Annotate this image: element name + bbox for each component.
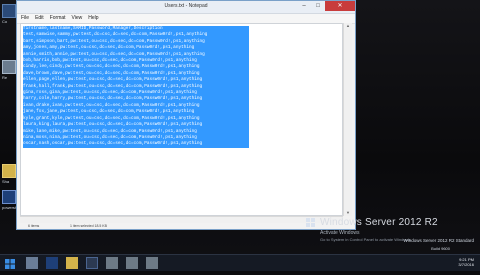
horizontal-scrollbar[interactable] <box>20 216 343 223</box>
recycle-bin-icon <box>2 60 16 74</box>
menu-help[interactable]: Help <box>88 14 98 23</box>
file-explorer-icon[interactable] <box>66 257 78 269</box>
build-text: Build 9600 <box>431 246 450 251</box>
close-button[interactable]: ✕ <box>325 1 355 11</box>
desktop-icon-label: Co <box>2 19 8 24</box>
notepad-icon[interactable] <box>86 257 98 269</box>
desktop-icon-computer[interactable]: Co <box>2 4 16 24</box>
powershell-icon <box>2 190 16 204</box>
menu-format[interactable]: Format <box>50 14 66 23</box>
powershell-icon[interactable] <box>46 257 58 269</box>
app-icon[interactable] <box>126 257 138 269</box>
menu-view[interactable]: View <box>72 14 83 23</box>
scroll-up-arrow-icon[interactable]: ▲ <box>344 23 352 29</box>
clock[interactable]: 9:21 PM 3/7/2016 <box>458 257 474 267</box>
start-icon[interactable] <box>4 257 16 269</box>
desktop-icon-label: Re <box>2 75 8 80</box>
status-selection: 1 item selected 18.5 KB <box>70 224 107 228</box>
folder-icon <box>2 164 16 178</box>
activate-title: Activate Windows <box>320 230 360 236</box>
text-line[interactable]: oscar,nash,oscar,pw:test,ou=csc,dc=sec,d… <box>23 141 249 148</box>
date-text: 3/7/2016 <box>458 262 474 267</box>
desktop-icon-label: Sha <box>2 179 10 184</box>
product-name: Windows Server 2012 R2 <box>320 217 438 228</box>
server-manager-icon[interactable] <box>26 257 38 269</box>
menu-edit[interactable]: Edit <box>35 14 44 23</box>
taskbar: 9:21 PM 3/7/2016 <box>0 254 480 271</box>
desktop: Co Re Sha powershell Users.txt - Notepad… <box>0 0 480 271</box>
vertical-scrollbar[interactable]: ▲ ▼ <box>343 23 352 216</box>
menu-file[interactable]: File <box>21 14 29 23</box>
title-bar[interactable]: Users.txt - Notepad – □ ✕ <box>17 1 355 14</box>
status-bar: 6 items 1 item selected 18.5 KB <box>20 223 352 229</box>
status-items: 6 items <box>28 224 40 228</box>
windows-logo-icon <box>306 218 316 228</box>
activate-hint: Go to System in Control Panel to activat… <box>320 237 412 242</box>
text-editor[interactable]: firstname,lastname,SAMID,Password,Manage… <box>20 23 343 216</box>
computer-icon <box>2 4 16 18</box>
desktop-icon-powershell[interactable]: powershell <box>2 190 22 210</box>
app-icon[interactable] <box>146 257 158 269</box>
desktop-icon-label: powershell <box>2 205 22 210</box>
app-icon[interactable] <box>106 257 118 269</box>
document-text[interactable]: firstname,lastname,SAMID,Password,Manage… <box>23 26 249 148</box>
notepad-window[interactable]: Users.txt - Notepad – □ ✕ File Edit Form… <box>16 0 356 230</box>
desktop-icon-share[interactable]: Sha <box>2 164 16 184</box>
maximize-button[interactable]: □ <box>311 1 325 11</box>
desktop-icon-recycle[interactable]: Re <box>2 60 16 80</box>
minimize-button[interactable]: – <box>297 1 311 11</box>
edition-text: Windows Server 2012 R2 Standard <box>403 238 474 243</box>
